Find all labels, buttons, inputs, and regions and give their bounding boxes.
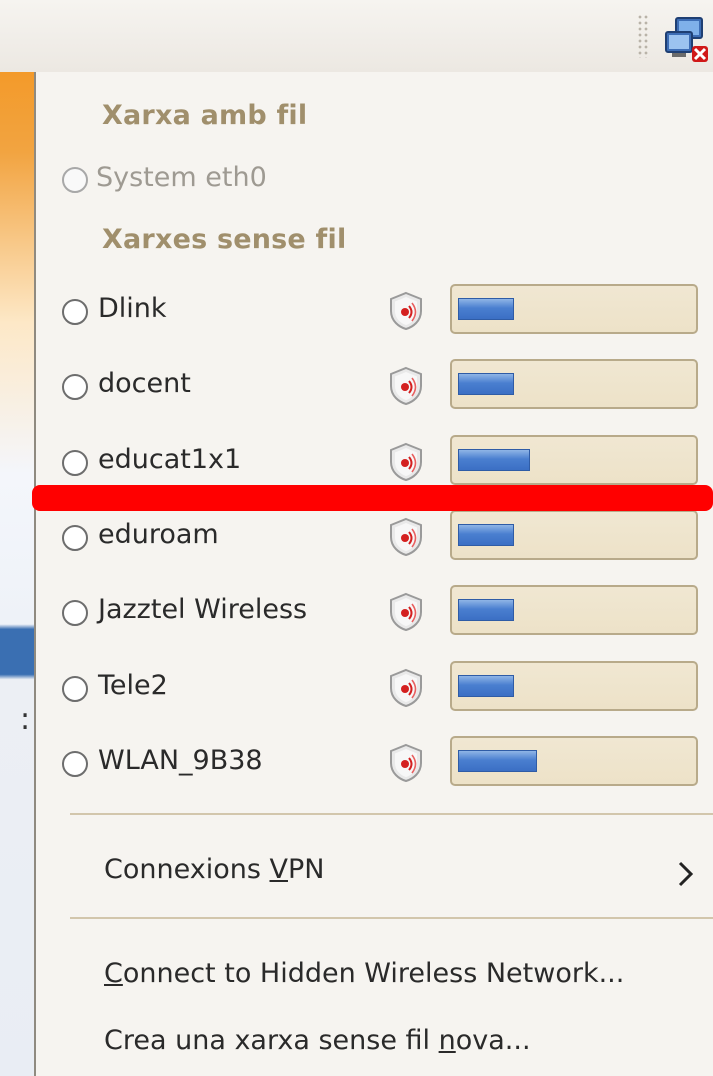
wireless-item-label: docent [98, 368, 191, 399]
signal-strength-fill [458, 298, 514, 320]
wired-section-header: Xarxa amb fil [102, 100, 308, 131]
top-panel [0, 0, 713, 73]
signal-strength-bar [450, 284, 698, 334]
shield-icon [390, 366, 422, 406]
wireless-section-header: Xarxes sense fil [102, 224, 347, 255]
wireless-item-label: Dlink [98, 293, 167, 324]
signal-strength-fill [458, 449, 530, 471]
panel-drag-handle[interactable] [637, 14, 649, 58]
wireless-item-label: Jazztel Wireless [98, 594, 308, 625]
wireless-item-label: WLAN_9B38 [98, 745, 263, 776]
radio-button[interactable] [62, 676, 88, 702]
create-wireless-network-item[interactable]: Crea una xarxa sense fil nova... [104, 1025, 531, 1056]
signal-strength-bar [450, 359, 698, 409]
annotation-red-line [32, 485, 713, 511]
signal-strength-fill [458, 373, 514, 395]
connect-hidden-network-item[interactable]: Connect to Hidden Wireless Network... [104, 958, 624, 989]
radio-button[interactable] [62, 450, 88, 476]
radio-button[interactable] [62, 751, 88, 777]
radio-button[interactable] [62, 167, 88, 193]
shield-icon [390, 291, 422, 331]
vpn-connections-label: Connexions VPN [104, 854, 325, 885]
signal-strength-bar [450, 736, 698, 786]
wireless-item-label: educat1x1 [98, 444, 242, 475]
menu-separator [70, 813, 713, 815]
radio-button[interactable] [62, 525, 88, 551]
shield-icon [390, 517, 422, 557]
shield-icon [390, 668, 422, 708]
signal-strength-fill [458, 675, 514, 697]
radio-button[interactable] [62, 299, 88, 325]
signal-strength-fill [458, 524, 514, 546]
network-menu: Xarxa amb fil System eth0 Xarxes sense f… [34, 72, 713, 1076]
network-disconnected-icon[interactable] [662, 16, 708, 64]
background-window-strip: : [0, 72, 34, 1076]
shield-icon [390, 743, 422, 783]
radio-button[interactable] [62, 374, 88, 400]
signal-strength-bar [450, 661, 698, 711]
signal-strength-fill [458, 750, 537, 772]
signal-strength-bar [450, 510, 698, 560]
signal-strength-bar [450, 435, 698, 485]
background-window-text: : [20, 702, 31, 737]
chevron-right-icon [678, 861, 694, 887]
shield-icon [390, 442, 422, 482]
signal-strength-fill [458, 599, 514, 621]
signal-strength-bar [450, 585, 698, 635]
wireless-item-label: eduroam [98, 519, 219, 550]
shield-icon [390, 592, 422, 632]
wireless-item-label: Tele2 [98, 670, 168, 701]
menu-separator [70, 917, 713, 919]
radio-button[interactable] [62, 600, 88, 626]
wired-item-label: System eth0 [96, 162, 267, 193]
